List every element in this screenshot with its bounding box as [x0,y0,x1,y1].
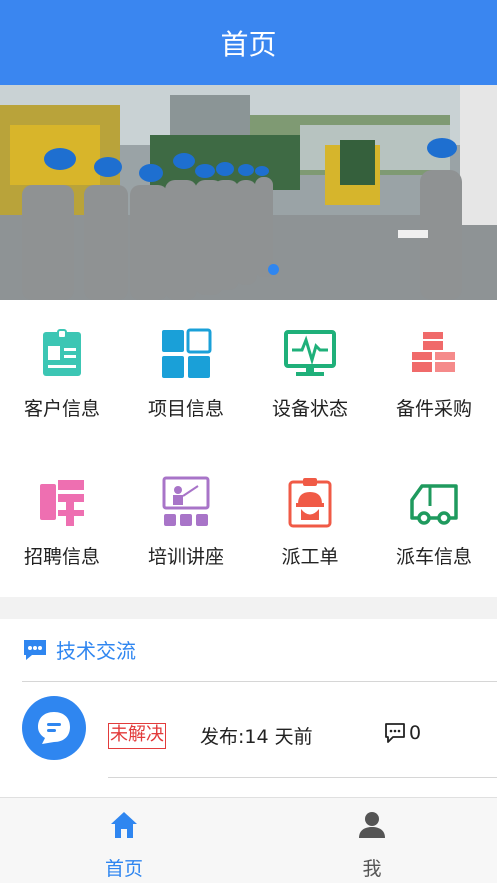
section-separator [0,597,497,619]
banner-photo [0,85,497,300]
app-screen: 首页 客户信息 项目信息 设备状态 备件采购 招聘信息 培训讲座 派工单 派车信… [0,0,497,883]
grid-item-label: 派工单 [281,546,339,568]
project-grid-icon [162,328,212,378]
grid-item-label: 备件采购 [395,398,472,420]
tab-home[interactable]: 首页 [0,798,248,883]
tab-me-label: 我 [362,858,382,880]
feature-grid: 客户信息 项目信息 设备状态 备件采购 招聘信息 培训讲座 派工单 派车信息 [0,300,497,597]
worker-clipboard-icon [288,478,332,528]
grid-item-training[interactable]: 培训讲座 [124,448,248,596]
comment-count-value: 0 [409,722,422,744]
comment-icon [385,723,405,743]
customer-card-icon [43,329,81,376]
tab-home-label: 首页 [104,858,143,880]
tech-exchange-title: 技术交流 [56,639,136,663]
truck-icon [410,484,458,525]
grid-item-label: 派车信息 [395,546,472,568]
monitor-pulse-icon [284,330,336,376]
grid-item-label: 客户信息 [23,398,100,420]
carousel-indicator-dot[interactable] [268,264,279,275]
banner-carousel[interactable] [0,85,497,300]
grid-item-equipment-status[interactable]: 设备状态 [248,300,372,448]
recruit-icon [40,480,84,526]
training-board-icon [162,476,210,526]
grid-item-label: 招聘信息 [23,546,100,568]
divider [108,777,497,778]
grid-item-recruitment[interactable]: 招聘信息 [0,448,124,596]
chat-bubble-icon [24,639,46,660]
grid-item-customer-info[interactable]: 客户信息 [0,300,124,448]
tech-exchange-section: 技术交流 未解决 发布:14 天前 0 [0,619,497,797]
bottom-tab-bar: 首页 我 [0,797,497,883]
tab-me[interactable]: 我 [248,798,496,883]
header-bar: 首页 [0,0,497,85]
post-list-item[interactable]: 未解决 发布:14 天前 0 [0,682,497,777]
grid-item-label: 设备状态 [271,398,348,420]
status-badge: 未解决 [108,723,166,749]
tech-exchange-header[interactable]: 技术交流 [22,635,136,664]
boxes-icon [412,332,455,372]
grid-item-parts-purchase[interactable]: 备件采购 [372,300,496,448]
message-icon [38,712,70,744]
grid-item-label: 项目信息 [147,398,224,420]
grid-item-label: 培训讲座 [147,546,224,568]
grid-item-vehicle-dispatch[interactable]: 派车信息 [372,448,496,596]
grid-item-project-info[interactable]: 项目信息 [124,300,248,448]
comment-count: 0 [384,722,421,744]
page-title: 首页 [220,27,277,61]
post-published-time: 发布:14 天前 [200,726,313,748]
user-icon [359,812,385,838]
home-icon [111,812,137,838]
grid-item-work-order[interactable]: 派工单 [248,448,372,596]
post-avatar [22,696,86,760]
